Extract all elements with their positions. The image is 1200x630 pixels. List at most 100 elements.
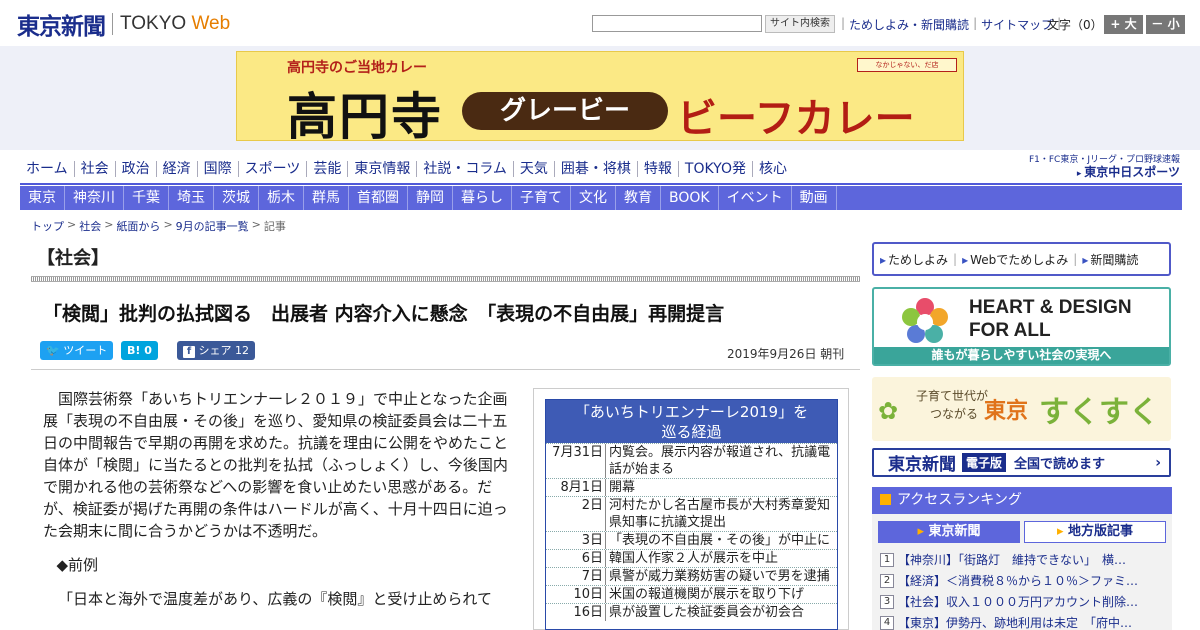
ranking-tab-local[interactable]: 地方版記事 xyxy=(1024,521,1166,543)
region-nav: 東京 神奈川 千葉 埼玉 茨城 栃木 群馬 首都圏 静岡 暮らし 子育て 文化 教育 BOOK イベント 動画 xyxy=(20,186,1182,210)
digital-badge: 電子版 xyxy=(962,453,1007,472)
ad-title-koenji: 高円寺 xyxy=(287,87,443,146)
timeline-event: 開幕 xyxy=(609,480,636,495)
region-nav-item[interactable]: 子育て xyxy=(512,186,571,210)
web-trial-link[interactable]: Webでためしよみ xyxy=(962,251,1068,268)
main-nav-item[interactable]: 政治 xyxy=(114,161,156,177)
section-title: 【社会】 xyxy=(37,248,109,269)
ranking-number: 4 xyxy=(880,615,894,630)
logo-tokyo-shimbun: 東京新聞 xyxy=(17,13,106,40)
breadcrumb-item: 記事 xyxy=(263,220,286,233)
ranking-link[interactable]: 【経済】＜消費税８％から１０％＞ファミ… xyxy=(898,572,1138,589)
region-nav-item[interactable]: 動画 xyxy=(792,186,837,210)
sukusuku-caption-line2: つながる xyxy=(930,407,979,421)
breadcrumb-item[interactable]: トップ xyxy=(31,218,64,234)
region-nav-item[interactable]: 暮らし xyxy=(453,186,512,210)
timeline-title-line2: 巡る経過 xyxy=(661,423,722,441)
region-nav-item[interactable]: 静岡 xyxy=(408,186,453,210)
timeline-row: 7月31日 内覧会。展示内容が報道され、抗議電話が始まる xyxy=(546,443,837,478)
digital-edition-banner[interactable]: 東京新聞 電子版 全国で読めます › xyxy=(872,448,1171,477)
font-smaller-button[interactable]: － 小 xyxy=(1146,15,1185,34)
main-nav-item[interactable]: TOKYO発 xyxy=(677,161,752,177)
region-nav-item[interactable]: BOOK xyxy=(661,186,719,210)
breadcrumb-item[interactable]: 社会 xyxy=(79,218,101,234)
main-nav-item[interactable]: 芸能 xyxy=(306,161,347,177)
timeline-event: 「表現の不自由展・その後」が中止に xyxy=(609,533,831,548)
main-nav-item[interactable]: 社会 xyxy=(73,161,115,177)
tweet-button[interactable]: 🐦 ツイート xyxy=(40,341,114,360)
region-nav-item[interactable]: 教育 xyxy=(616,186,661,210)
main-nav-item[interactable]: 特報 xyxy=(636,161,678,177)
ranking-item[interactable]: 1 【神奈川】「街路灯 維持できない」 横… xyxy=(880,549,1160,570)
timeline-box: 「あいちトリエンナーレ2019」を 巡る経過 7月31日 内覧会。展示内容が報道さ… xyxy=(545,399,838,630)
flower-icon: ✿ xyxy=(878,397,899,425)
article-headline: 「検閲」批判の払拭図る 出展者 内容介入に懸念 「表現の不自由展」再開提言 xyxy=(43,303,725,325)
site-logo[interactable]: 東京新聞 TOKYO Web xyxy=(17,10,230,40)
main-nav-item[interactable]: 天気 xyxy=(512,161,554,177)
chevron-right-icon: › xyxy=(1155,454,1161,471)
ranking-item[interactable]: 3 【社会】収入１０００万円アカウント削除… xyxy=(880,591,1160,612)
divider: | xyxy=(953,252,958,266)
heart-design-banner[interactable]: HEART & DESIGN FOR ALL 誰もが暮らしやすい社会の実現へ xyxy=(872,287,1171,366)
ranking-number: 1 xyxy=(880,552,894,567)
main-nav-item[interactable]: 社説・コラム xyxy=(416,161,513,177)
sukusuku-banner[interactable]: ✿ 子育て世代が つながる 東京 すくすく xyxy=(872,377,1171,441)
main-nav-item[interactable]: スポーツ xyxy=(237,161,307,177)
timeline-row: 16日 県が設置した検証委員会が初会合 xyxy=(546,603,837,621)
ranking-link[interactable]: 【社会】収入１０００万円アカウント削除… xyxy=(898,593,1138,610)
font-larger-button[interactable]: + 大 xyxy=(1104,15,1143,34)
ranking-link[interactable]: 【東京】伊勢丹、跡地利用は未定 「府中… xyxy=(898,614,1132,630)
trial-subscribe-link[interactable]: ためしよみ・新聞購読 xyxy=(849,16,969,33)
ranking-item[interactable]: 4 【東京】伊勢丹、跡地利用は未定 「府中… xyxy=(880,612,1160,630)
share-label: シェア 12 xyxy=(198,344,250,357)
main-nav-item[interactable]: ホーム xyxy=(20,161,74,177)
article-rule xyxy=(31,369,860,370)
region-nav-item[interactable]: イベント xyxy=(719,186,792,210)
heart-title-line2: FOR ALL xyxy=(969,320,1051,341)
logo-divider xyxy=(112,13,113,35)
chunichi-name: 東京中日スポーツ xyxy=(1084,165,1180,179)
subscribe-link[interactable]: 新聞購読 xyxy=(1082,251,1138,268)
main-nav-item[interactable]: 国際 xyxy=(196,161,238,177)
main-nav-item[interactable]: 経済 xyxy=(155,161,197,177)
facebook-share-button[interactable]: f シェア 12 xyxy=(177,341,255,360)
region-nav-item[interactable]: 茨城 xyxy=(214,186,259,210)
region-nav-item[interactable]: 埼玉 xyxy=(169,186,214,210)
region-nav-item[interactable]: 神奈川 xyxy=(65,186,124,210)
region-nav-item[interactable]: 文化 xyxy=(571,186,616,210)
ranking-number: 2 xyxy=(880,573,894,588)
ad-banner[interactable]: 高円寺のご当地カレー 高円寺 グレービー ビーフカレー なかじゃない、だ店 xyxy=(236,51,964,146)
subheading: ◆前例 xyxy=(56,556,99,574)
region-nav-item[interactable]: 首都圏 xyxy=(349,186,408,210)
ranking-item[interactable]: 2 【経済】＜消費税８％から１０％＞ファミ… xyxy=(880,570,1160,591)
timeline-rows: 7月31日 内覧会。展示内容が報道され、抗議電話が始まる 8月1日 開幕 2日 河村たかし… xyxy=(546,443,837,621)
sitemap-link[interactable]: サイトマップ xyxy=(981,16,1053,33)
ranking-tab-tokyo[interactable]: 東京新聞 xyxy=(878,521,1020,543)
chunichi-sports-link[interactable]: F1・FC東京・Jリーグ・プロ野球速報 ▸ 東京中日スポーツ xyxy=(1020,154,1180,180)
region-nav-item[interactable]: 群馬 xyxy=(304,186,349,210)
main-nav-item[interactable]: 東京情報 xyxy=(347,161,416,177)
search-input[interactable] xyxy=(592,15,762,32)
ranking-title: アクセスランキング xyxy=(897,492,1022,508)
site-search-button[interactable]: サイト内検索 xyxy=(765,15,835,33)
breadcrumb-item[interactable]: 紙面から xyxy=(116,218,160,234)
main-nav-item[interactable]: 囲碁・将棋 xyxy=(553,161,637,177)
article-body: 国際芸術祭「あいちトリエンナーレ２０１９」で中止となった企画展「表現の不自由展・… xyxy=(43,388,521,622)
region-nav-item[interactable]: 東京 xyxy=(20,186,65,210)
ranking-number: 3 xyxy=(880,594,894,609)
breadcrumb-separator: > xyxy=(104,218,114,231)
paragraph: 国際芸術祭「あいちトリエンナーレ２０１９」で中止となった企画展「表現の不自由展・… xyxy=(43,390,509,540)
timeline-row: 7日 県警が威力業務妨害の疑いで男を逮捕 xyxy=(546,567,837,585)
trial-link[interactable]: ためしよみ xyxy=(880,251,948,268)
logo-tokyo-text: TOKYO xyxy=(120,13,187,34)
ranking-link[interactable]: 【神奈川】「街路灯 維持できない」 横… xyxy=(898,551,1126,568)
paragraph: 「日本と海外で温度差があり、広義の『検閲』と受け止められて xyxy=(58,590,492,608)
sukusuku-tokyo: 東京 xyxy=(984,398,1029,424)
region-nav-item[interactable]: 栃木 xyxy=(259,186,304,210)
divider: | xyxy=(841,16,846,30)
breadcrumb-item[interactable]: 9月の記事一覧 xyxy=(176,218,249,234)
timeline-row: 10日 米国の報道機関が展示を取り下げ xyxy=(546,585,837,603)
main-nav-item[interactable]: 核心 xyxy=(751,161,793,177)
region-nav-item[interactable]: 千葉 xyxy=(124,186,169,210)
hatena-bookmark-button[interactable]: B! 0 xyxy=(121,341,158,360)
